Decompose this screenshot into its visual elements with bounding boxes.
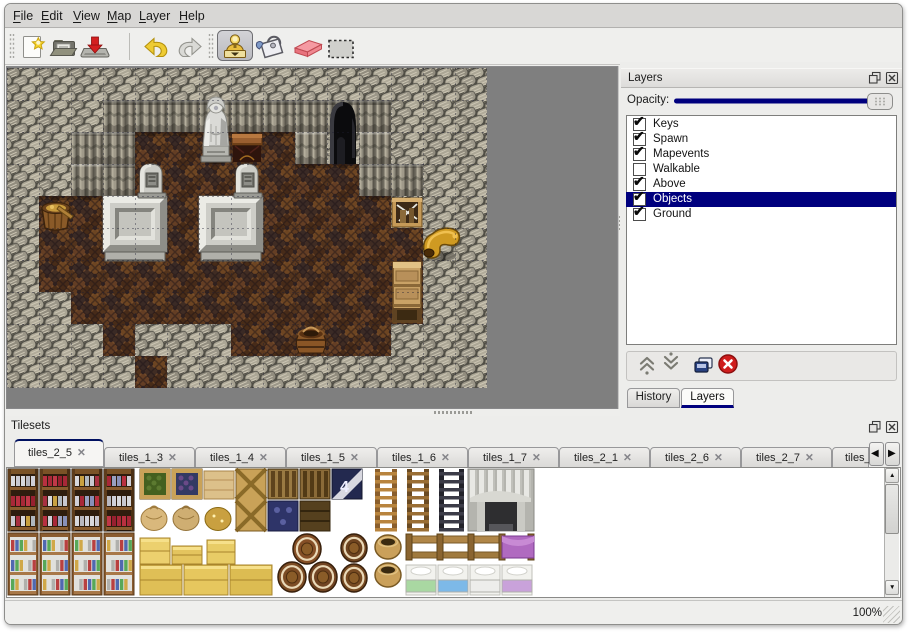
svg-text:4: 4 [340, 479, 349, 496]
